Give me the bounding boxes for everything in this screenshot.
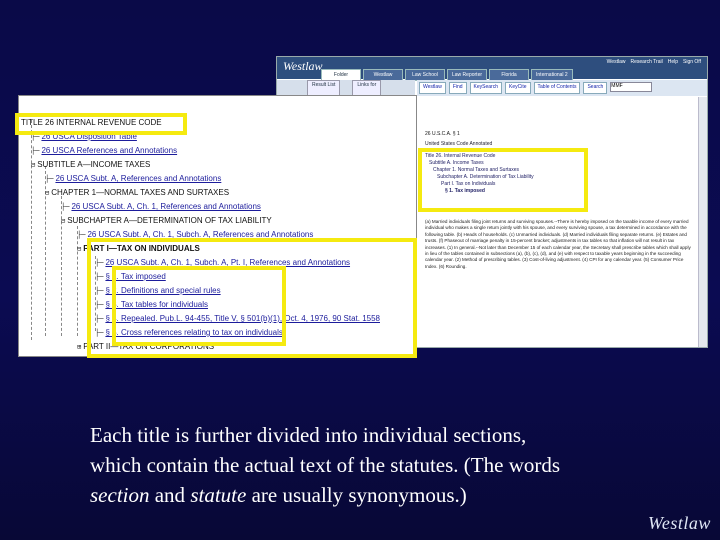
breadcrumb-highlight bbox=[418, 148, 588, 212]
title-highlight bbox=[15, 113, 187, 135]
toolbar-keycite[interactable]: KeyCite bbox=[505, 82, 531, 94]
toolbar-find[interactable]: Find bbox=[448, 82, 467, 94]
result-list-button[interactable]: Result List bbox=[307, 80, 341, 96]
tree-connector: ├─ bbox=[77, 231, 86, 239]
caption-line-3: section and statute are usually synonymo… bbox=[90, 480, 690, 510]
tree-item-label: 26 USCA Subt. A, Ch. 1, References and A… bbox=[71, 202, 261, 211]
doc-heading: United States Code Annotated bbox=[425, 141, 493, 147]
caption-line-2-text: which contain the actual text of the sta… bbox=[90, 453, 459, 477]
tree-connector: ├─ bbox=[45, 175, 54, 183]
tree-item-subtitle-a[interactable]: ⊟ SUBTITLE A—INCOME TAXES bbox=[31, 160, 150, 169]
toolbar-search[interactable]: Search bbox=[583, 82, 608, 94]
caption-line-2: which contain the actual text of the sta… bbox=[90, 450, 690, 480]
tree-item-label: SUBTITLE A—INCOME TAXES bbox=[37, 160, 151, 169]
caption-term-section: section bbox=[90, 483, 150, 507]
doc-body-text: (a) Married individuals filing joint ret… bbox=[425, 219, 691, 269]
tree-item-label: 26 USCA Subt. A, References and Annotati… bbox=[55, 174, 222, 183]
tree-item-label: 26 USCA References and Annotations bbox=[41, 146, 178, 155]
link-research-trail[interactable]: Research Trail bbox=[630, 59, 662, 65]
tree-item-chapter-1-references[interactable]: ├─ 26 USCA Subt. A, Ch. 1, References and… bbox=[61, 202, 261, 211]
tree-connector: ├─ bbox=[31, 147, 40, 155]
collapse-icon[interactable]: ⊟ bbox=[45, 189, 49, 197]
tree-item-label: SUBCHAPTER A—DETERMINATION OF TAX LIABIL… bbox=[67, 216, 272, 225]
links-for-button[interactable]: Links for bbox=[352, 80, 382, 96]
westlaw-topbar: Westlaw Folder Westlaw Law School Law Re… bbox=[277, 57, 707, 81]
link-help[interactable]: Help bbox=[668, 59, 678, 65]
link-sign-off[interactable]: Sign Off bbox=[683, 59, 701, 65]
westlaw-logo: Westlaw bbox=[283, 59, 323, 73]
tree-item-references[interactable]: ├─ 26 USCA References and Annotations bbox=[31, 146, 177, 155]
caption-line-1: Each title is further divided into indiv… bbox=[90, 423, 527, 447]
top-links: Westlaw Research Trail Help Sign Off bbox=[607, 59, 701, 65]
slide-caption: Each title is further divided into indiv… bbox=[90, 420, 690, 510]
doc-citation: 26 U.S.C.A. § 1 bbox=[425, 131, 460, 137]
toolbar-toc[interactable]: Table of Contents bbox=[533, 82, 581, 94]
toolbar-westlaw[interactable]: Westlaw bbox=[419, 82, 446, 94]
expand-icon[interactable]: ⊞ bbox=[77, 343, 81, 351]
link-westlaw[interactable]: Westlaw bbox=[607, 59, 626, 65]
toolbar-keysearch[interactable]: KeySearch bbox=[469, 82, 503, 94]
sections-highlight bbox=[112, 266, 286, 346]
tree-connector: ├─ bbox=[61, 203, 70, 211]
collapse-icon[interactable]: ⊟ bbox=[61, 217, 65, 225]
tree-item-subchapter-a[interactable]: ⊟ SUBCHAPTER A—DETERMINATION OF TAX LIABI… bbox=[61, 216, 272, 225]
document-pane: 26 U.S.C.A. § 1 United States Code Annot… bbox=[417, 97, 697, 347]
caption-line-2-tail: (The words bbox=[463, 453, 561, 477]
caption-connector: and bbox=[149, 483, 191, 507]
westlaw-footer-logo: Westlaw bbox=[648, 513, 711, 533]
find-input[interactable]: MMF bbox=[610, 82, 653, 92]
doc-scrollbar[interactable] bbox=[698, 97, 707, 347]
caption-end: are usually synonymous.) bbox=[246, 483, 467, 507]
tree-item-chapter-1[interactable]: ⊟ CHAPTER 1—NORMAL TAXES AND SURTAXES bbox=[45, 188, 229, 197]
collapse-icon[interactable]: ⊟ bbox=[31, 161, 35, 169]
tree-guide-line bbox=[77, 226, 78, 336]
tree-item-label: CHAPTER 1—NORMAL TAXES AND SURTAXES bbox=[51, 188, 230, 197]
collapse-icon[interactable]: ⊟ bbox=[77, 245, 81, 253]
left-pane-header: Result List Links for bbox=[277, 80, 415, 96]
caption-term-statute: statute bbox=[190, 483, 247, 507]
tree-item-subtitle-a-references[interactable]: ├─ 26 USCA Subt. A, References and Annota… bbox=[45, 174, 221, 183]
westlaw-toolbar: Westlaw Find KeySearch KeyCite Table of … bbox=[417, 80, 707, 96]
